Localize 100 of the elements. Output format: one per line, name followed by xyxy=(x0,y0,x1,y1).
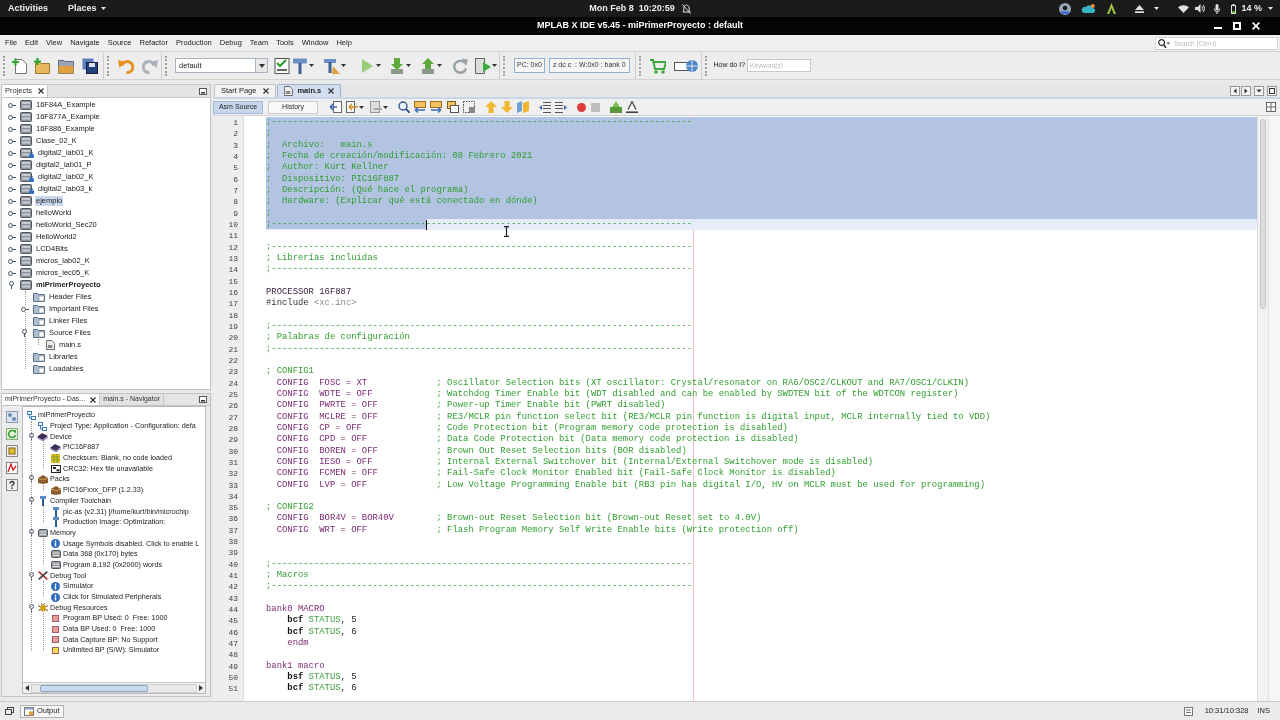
line-number: 4 xyxy=(232,151,239,163)
close-icon[interactable] xyxy=(328,88,335,94)
chevron-up-icon[interactable] xyxy=(1107,3,1117,14)
user-icon[interactable] xyxy=(1059,2,1072,15)
tree-expander-icon[interactable] xyxy=(7,150,16,156)
tree-expander-icon[interactable] xyxy=(28,432,34,441)
battery-icon[interactable] xyxy=(1231,3,1237,14)
hierarchy-icon xyxy=(38,421,47,431)
tree-expander-icon[interactable] xyxy=(7,234,16,240)
cart-icon[interactable] xyxy=(649,57,666,74)
line-number: 47 xyxy=(227,638,239,650)
chip-arrow-icon[interactable] xyxy=(475,57,491,74)
tree-expander-icon[interactable] xyxy=(7,138,16,144)
tree-expander-icon[interactable] xyxy=(7,198,16,204)
dotted-rectangle-icon[interactable] xyxy=(463,101,475,113)
tree-expander-icon[interactable] xyxy=(7,102,16,108)
scroll-left-icon[interactable] xyxy=(25,685,29,691)
line-number: 10 xyxy=(227,218,239,231)
caret-icon[interactable] xyxy=(1154,7,1160,10)
wifi-icon[interactable] xyxy=(1178,4,1190,13)
document-check-icon[interactable] xyxy=(274,57,290,74)
microphone-icon[interactable] xyxy=(1214,3,1221,14)
caret-icon[interactable] xyxy=(341,64,346,67)
tree-expander-icon[interactable] xyxy=(28,603,34,612)
tree-expander-icon[interactable] xyxy=(7,222,16,228)
tree-expander-icon[interactable] xyxy=(7,114,16,120)
note-icon[interactable] xyxy=(1183,706,1193,716)
new-project-icon[interactable] xyxy=(34,57,50,74)
caret-icon[interactable] xyxy=(258,63,265,68)
shift-left-icon[interactable] xyxy=(539,101,551,113)
pdf-icon[interactable] xyxy=(6,462,18,474)
close-icon[interactable] xyxy=(90,396,97,403)
tree-expander-icon[interactable] xyxy=(22,329,27,337)
code-line: CONFIG LVP = OFF ; Low Voltage Programming Enable bit (RB3 pin has digital I/O, HV on MCLR must be used for programming) xyxy=(275,479,986,491)
triangle-left-icon[interactable] xyxy=(1230,85,1240,96)
triangle-right-icon[interactable] xyxy=(1241,85,1251,96)
tree-expander-icon[interactable] xyxy=(9,281,14,289)
caret-icon[interactable] xyxy=(492,64,497,67)
search-icon[interactable] xyxy=(398,101,410,113)
tree-expander-icon[interactable] xyxy=(7,246,16,252)
tree-expander-icon[interactable] xyxy=(7,210,16,216)
record-icon[interactable] xyxy=(577,102,586,112)
code-line: ; Librerías incluidas xyxy=(266,252,379,265)
tree-expander-icon[interactable] xyxy=(28,528,34,537)
caret-icon[interactable] xyxy=(1268,7,1273,10)
tree-expander-icon[interactable] xyxy=(7,270,16,276)
volume-icon[interactable] xyxy=(1195,4,1206,13)
vertical-scrollbar[interactable] xyxy=(1257,116,1268,701)
triangle-down-icon[interactable] xyxy=(1254,85,1264,96)
underline-icon[interactable] xyxy=(626,101,638,113)
tree-expander-icon[interactable] xyxy=(7,126,16,132)
caret-icon[interactable] xyxy=(309,64,314,67)
hammer-broom-icon[interactable] xyxy=(324,57,340,74)
chip-globe-icon[interactable] xyxy=(673,59,698,72)
minimize-panel-icon[interactable] xyxy=(199,87,207,95)
caret-icon[interactable] xyxy=(406,64,411,67)
triangle-on-bar-icon[interactable] xyxy=(610,101,622,113)
line-number: 51 xyxy=(227,683,239,695)
window-restore-icon[interactable] xyxy=(5,707,14,715)
tree-expander-icon[interactable] xyxy=(28,571,34,580)
scroll-right-icon[interactable] xyxy=(199,685,203,691)
circles-icon[interactable] xyxy=(6,411,18,423)
minimize-panel-icon[interactable] xyxy=(199,396,207,403)
caret-icon[interactable] xyxy=(383,105,388,109)
back-arrow-icon[interactable] xyxy=(346,101,358,113)
tree-expander-icon[interactable] xyxy=(7,162,16,168)
eject-icon[interactable] xyxy=(1135,4,1145,13)
find-next-icon[interactable] xyxy=(430,101,442,113)
floppy-disk-icon[interactable] xyxy=(82,57,98,74)
tree-expander-icon[interactable] xyxy=(7,186,16,192)
close-icon[interactable] xyxy=(38,88,45,94)
activities-button[interactable]: Activities xyxy=(8,1,49,16)
open-folder-icon[interactable] xyxy=(58,57,74,74)
tree-expander-icon[interactable] xyxy=(7,258,16,264)
overlapping-rectangles-icon[interactable] xyxy=(447,101,459,113)
caret-icon[interactable] xyxy=(437,64,442,67)
split-icon[interactable] xyxy=(1266,102,1276,112)
cloud-icon[interactable] xyxy=(1081,4,1096,13)
framed-square-icon[interactable] xyxy=(6,445,18,457)
clock[interactable]: Mon Feb 8 10:20:59 xyxy=(589,1,675,16)
search-icon[interactable] xyxy=(1158,38,1170,48)
scrollbar-thumb[interactable] xyxy=(1260,119,1266,309)
info-icon xyxy=(51,592,60,602)
help-icon[interactable] xyxy=(6,479,18,491)
find-previous-icon[interactable] xyxy=(414,101,426,113)
new-file-icon[interactable] xyxy=(12,57,28,74)
tree-expander-icon[interactable] xyxy=(28,475,34,484)
refresh-icon[interactable] xyxy=(6,428,18,440)
chip-icon xyxy=(37,432,48,442)
caret-icon[interactable] xyxy=(359,105,364,109)
close-icon[interactable] xyxy=(263,88,270,94)
shift-right-icon[interactable] xyxy=(555,101,567,113)
scrollbar-thumb[interactable] xyxy=(40,684,148,692)
places-menu[interactable]: Places xyxy=(68,1,106,16)
caret-icon[interactable] xyxy=(376,64,381,67)
hammer-icon[interactable] xyxy=(292,57,308,74)
tree-expander-icon[interactable] xyxy=(7,174,16,180)
tree-expander-icon[interactable] xyxy=(28,496,34,505)
tree-expander-icon[interactable] xyxy=(20,306,29,312)
maximize-icon[interactable] xyxy=(1267,85,1277,96)
